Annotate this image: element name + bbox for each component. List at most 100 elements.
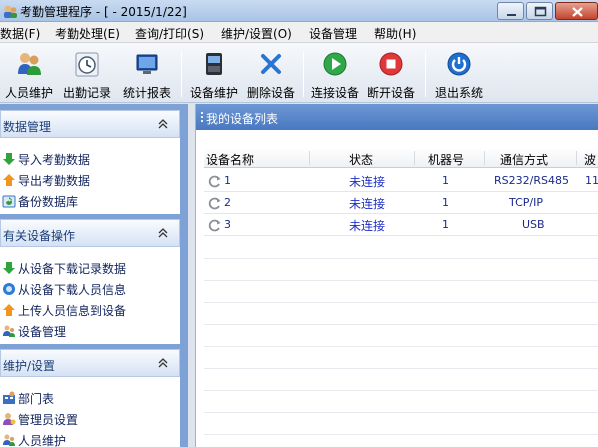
toolbar-device-maintain-label: 设备维护 <box>189 86 238 100</box>
app-icon <box>4 5 17 18</box>
column-divider[interactable] <box>309 151 310 165</box>
column-header-name[interactable]: 设备名称 <box>206 151 254 168</box>
toolbar-report-label: 统计报表 <box>122 86 171 100</box>
section-maintain-settings: 维护/设置 部门表 管理员设置 人员维护 <box>0 349 180 447</box>
toolbar-staff-button[interactable]: 人员维护 <box>2 47 56 101</box>
title-bar: 考勤管理程序 - [ - 2015/1/22] <box>0 0 598 22</box>
menu-data[interactable]: 数据(F) <box>0 25 40 42</box>
section-header[interactable]: 有关设备操作 <box>0 219 180 247</box>
toolbar: 人员维护 出勤记录 统计报表 设备维护 删除设备 连接设备 断开设备 退出系统 <box>0 43 598 103</box>
column-header-baud[interactable]: 波 <box>584 151 596 168</box>
left-panel: 数据管理 导入考勤数据 导出考勤数据 备份数据库 有关设备操作 从设备下载记录数… <box>0 104 188 447</box>
people-icon <box>3 325 15 337</box>
table-row[interactable]: 3 未连接 1 USB <box>204 214 598 236</box>
toolbar-device-maintain-button[interactable]: 设备维护 <box>186 47 242 101</box>
sidebar-item-label: 从设备下载记录数据 <box>18 262 127 276</box>
toolbar-separator <box>425 51 426 97</box>
menu-help[interactable]: 帮助(H) <box>374 25 416 42</box>
device-table: 设备名称 状态 机器号 通信方式 波 1 未连接 1 RS232/RS485 1… <box>204 148 598 447</box>
people-icon <box>18 53 41 75</box>
window-title: 考勤管理程序 - [ - 2015/1/22] <box>20 5 187 19</box>
menu-device-management[interactable]: 设备管理 <box>309 25 357 42</box>
cell-machine-no: 1 <box>442 218 449 231</box>
section-header[interactable]: 数据管理 <box>0 110 180 138</box>
close-button[interactable] <box>555 2 598 20</box>
column-header-machine-no[interactable]: 机器号 <box>428 151 464 168</box>
column-divider[interactable] <box>414 151 415 165</box>
toolbar-attendance-button[interactable]: 出勤记录 <box>58 47 116 101</box>
cell-comm: TCP/IP <box>509 196 543 209</box>
grid-line <box>204 258 598 259</box>
menu-query-print[interactable]: 查询/打印(S) <box>135 25 204 42</box>
menu-bar: 数据(F) 考勤处理(E) 查询/打印(S) 维护/设置(O) 设备管理 帮助(… <box>0 22 598 43</box>
cell-device-name: 3 <box>224 218 231 231</box>
orange-arrow-icon <box>3 174 15 186</box>
column-header-comm[interactable]: 通信方式 <box>500 151 548 168</box>
column-header-status[interactable]: 状态 <box>349 151 373 168</box>
green-arrow-down-icon <box>3 262 15 274</box>
section-data-management: 数据管理 导入考勤数据 导出考勤数据 备份数据库 <box>0 110 180 214</box>
menu-maintain-settings[interactable]: 维护/设置(O) <box>221 25 292 42</box>
grip-handle <box>201 112 203 122</box>
section-title: 有关设备操作 <box>3 229 76 243</box>
table-row[interactable]: 2 未连接 1 TCP/IP <box>204 192 598 214</box>
sidebar-item-label: 设备管理 <box>18 325 67 339</box>
grid-line <box>204 302 598 303</box>
cell-status: 未连接 <box>349 219 386 233</box>
blue-circle-icon <box>3 283 15 295</box>
panel-header: 我的设备列表 <box>196 104 598 130</box>
toolbar-separator <box>303 51 304 97</box>
device-icon <box>206 53 222 75</box>
close-icon <box>572 7 583 17</box>
section-title: 维护/设置 <box>3 359 56 373</box>
cell-comm: RS232/RS485 <box>494 174 569 187</box>
grid-line <box>204 324 598 325</box>
refresh-icon <box>208 175 221 188</box>
toolbar-connect-label: 连接设备 <box>310 86 359 100</box>
admin-icon <box>3 413 16 425</box>
play-icon <box>323 52 347 76</box>
grid-line <box>204 346 598 347</box>
maximize-button[interactable] <box>526 2 553 20</box>
sidebar-item-label: 导入考勤数据 <box>18 153 91 167</box>
sidebar-item-label: 导出考勤数据 <box>18 174 91 188</box>
minimize-button[interactable] <box>497 2 524 20</box>
toolbar-report-button[interactable]: 统计报表 <box>118 47 176 101</box>
sidebar-item-label: 从设备下载人员信息 <box>18 283 127 297</box>
delete-x-icon <box>261 54 281 74</box>
grid-line <box>204 280 598 281</box>
section-header[interactable]: 维护/设置 <box>0 349 180 377</box>
toolbar-exit-button[interactable]: 退出系统 <box>430 47 488 101</box>
menu-attendance[interactable]: 考勤处理(E) <box>55 25 120 42</box>
chevron-up-icon[interactable] <box>157 357 169 369</box>
cell-device-name: 1 <box>224 174 231 187</box>
table-header: 设备名称 状态 机器号 通信方式 波 <box>204 148 598 168</box>
cell-machine-no: 1 <box>442 174 449 187</box>
orange-arrow-icon <box>3 304 15 316</box>
toolbar-delete-device-button[interactable]: 删除设备 <box>244 47 298 101</box>
column-divider[interactable] <box>576 151 577 165</box>
minimize-icon <box>507 14 516 16</box>
green-arrow-down-icon <box>3 153 15 165</box>
grid-line <box>204 434 598 435</box>
panel-title: 我的设备列表 <box>206 112 279 126</box>
table-row[interactable]: 1 未连接 1 RS232/RS485 11 <box>204 170 598 192</box>
column-divider[interactable] <box>484 151 485 165</box>
refresh-icon <box>208 219 221 232</box>
toolbar-disconnect-label: 断开设备 <box>366 86 415 100</box>
sidebar-item-label: 备份数据库 <box>18 195 79 209</box>
toolbar-disconnect-button[interactable]: 断开设备 <box>364 47 418 101</box>
chevron-up-icon[interactable] <box>157 227 169 239</box>
backup-icon <box>2 195 16 208</box>
cell-machine-no: 1 <box>442 196 449 209</box>
maximize-icon <box>534 6 547 17</box>
refresh-icon <box>208 197 221 210</box>
grid-line <box>204 390 598 391</box>
device-list-panel: 我的设备列表 设备名称 状态 机器号 通信方式 波 1 未连接 1 RS232/… <box>195 104 598 447</box>
toolbar-delete-device-label: 删除设备 <box>246 86 295 100</box>
chevron-up-icon[interactable] <box>157 118 169 130</box>
toolbar-staff-label: 人员维护 <box>4 86 53 100</box>
department-icon <box>3 391 15 404</box>
toolbar-connect-button[interactable]: 连接设备 <box>308 47 362 101</box>
power-icon <box>447 52 471 76</box>
